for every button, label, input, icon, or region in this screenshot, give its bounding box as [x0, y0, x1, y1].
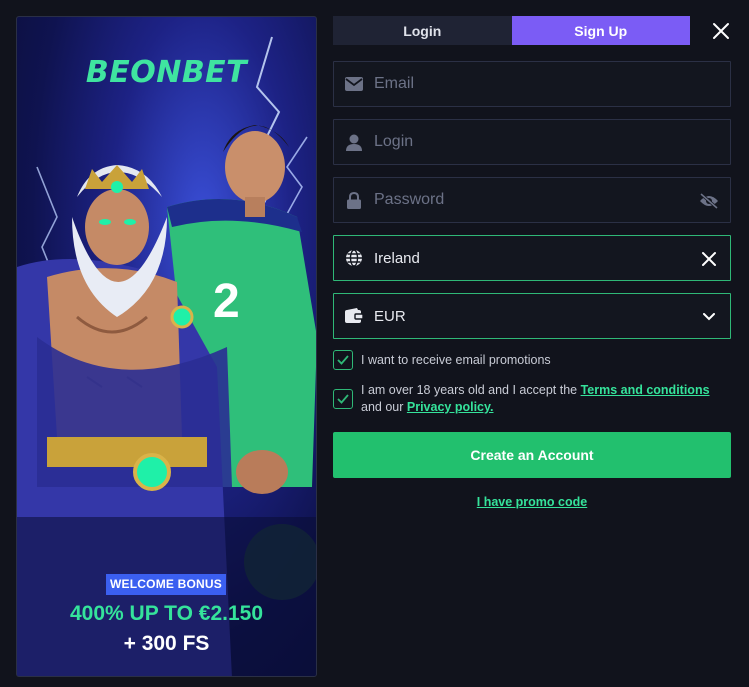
signup-modal: 2 BEONBET WELCOME BONUS 400% UP TO €2.15…: [0, 0, 749, 687]
tab-sign-up[interactable]: Sign Up: [511, 16, 690, 45]
close-modal-button[interactable]: [710, 20, 732, 42]
close-icon: [702, 252, 716, 266]
terms-consent-row: I am over 18 years old and I accept the …: [333, 382, 733, 416]
password-placeholder: Password: [374, 191, 445, 208]
privacy-policy-link[interactable]: Privacy policy.: [407, 400, 494, 414]
terms-text-before: I am over 18 years old and I accept the: [361, 383, 581, 397]
free-spins-text: + 300 FS: [123, 632, 210, 655]
terms-label: I am over 18 years old and I accept the …: [361, 382, 733, 416]
promotions-label: I want to receive email promotions: [361, 353, 551, 367]
close-icon: [713, 23, 729, 39]
brand-logo: BEONBET: [85, 55, 248, 90]
terms-and-conditions-link[interactable]: Terms and conditions: [581, 383, 710, 397]
currency-select[interactable]: EUR: [333, 293, 731, 339]
checkmark-icon: [337, 355, 349, 365]
login-field[interactable]: Login: [333, 119, 731, 165]
chevron-down-icon[interactable]: [698, 306, 720, 328]
email-placeholder: Email: [374, 75, 415, 92]
user-icon: [334, 120, 374, 164]
lock-icon: [334, 178, 374, 222]
promotions-consent-row: I want to receive email promotions: [333, 350, 733, 370]
country-value: Ireland: [374, 249, 420, 267]
terms-checkbox[interactable]: [333, 389, 353, 409]
checkmark-icon: [337, 394, 349, 404]
eye-slash-icon[interactable]: [698, 190, 720, 212]
wallet-icon: [334, 294, 374, 338]
terms-text-middle: and our: [361, 400, 407, 414]
promo-code-link[interactable]: I have promo code: [333, 495, 731, 509]
welcome-bonus-badge: WELCOME BONUS: [106, 574, 226, 595]
promotions-checkbox[interactable]: [333, 350, 353, 370]
promo-banner: 2 BEONBET WELCOME BONUS 400% UP TO €2.15…: [16, 16, 317, 677]
create-account-button[interactable]: Create an Account: [333, 432, 731, 478]
password-field[interactable]: Password: [333, 177, 731, 223]
country-select[interactable]: Ireland: [333, 235, 731, 281]
auth-tabs: Login Sign Up: [333, 16, 690, 45]
envelope-icon: [334, 62, 374, 106]
globe-icon: [334, 236, 374, 280]
currency-value: EUR: [374, 307, 406, 325]
bonus-offer-text: 400% UP TO €2.150: [69, 602, 264, 625]
email-field[interactable]: Email: [333, 61, 731, 107]
tab-login[interactable]: Login: [333, 16, 512, 45]
login-placeholder: Login: [374, 133, 414, 150]
jersey-number: 2: [213, 275, 240, 328]
clear-country-button[interactable]: [698, 248, 720, 270]
